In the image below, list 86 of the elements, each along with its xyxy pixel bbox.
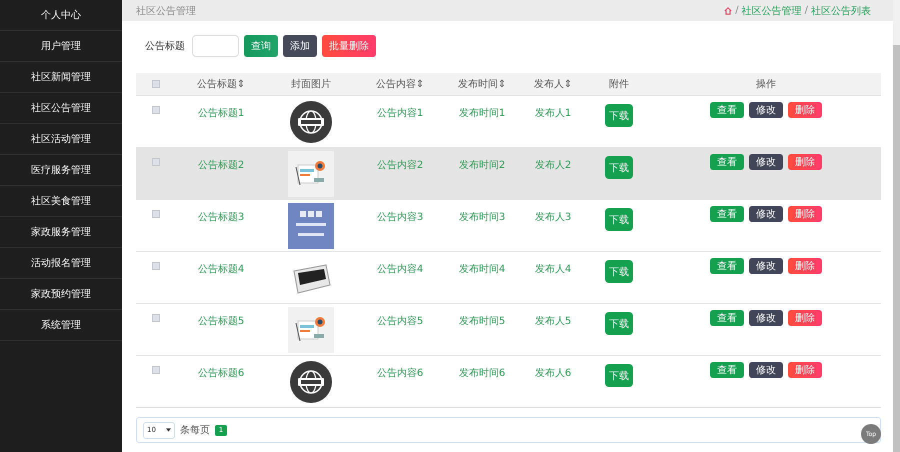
table-cell-text: 公告标题6: [196, 366, 246, 381]
table-cell-text: 发布时间1: [458, 106, 506, 121]
table-cell-text: 公告标题1: [196, 106, 246, 121]
table-cell-text: 公告内容3: [376, 210, 424, 225]
field-label: 公告标题: [145, 40, 185, 53]
table-cell-text: 发布人4: [534, 263, 572, 277]
delete-button[interactable]: 删除: [788, 206, 822, 222]
scrollbar-thumb[interactable]: [893, 45, 900, 452]
sidebar-item[interactable]: 社区公告管理: [0, 93, 122, 124]
sidebar-item[interactable]: 活动报名管理: [0, 248, 122, 279]
table-cell-text: 发布时间3: [458, 210, 506, 225]
table-cell-text: 发布人1: [534, 107, 572, 121]
table-cell-text: 发布人2: [534, 159, 572, 173]
table-cell-text: 公告内容6: [376, 366, 424, 381]
download-button[interactable]: 下载: [605, 156, 633, 179]
table-cell-text: 发布时间2: [458, 158, 506, 173]
edit-button[interactable]: 修改: [749, 258, 783, 274]
sidebar-item[interactable]: 用户管理: [0, 31, 122, 62]
download-button[interactable]: 下载: [605, 208, 633, 231]
table-cell-text: 发布人3: [534, 211, 572, 225]
edit-button[interactable]: 修改: [749, 310, 783, 326]
table-cell-text: 公告标题2: [196, 158, 246, 173]
view-button[interactable]: 查看: [710, 362, 744, 378]
home-icon[interactable]: [724, 6, 732, 14]
add-button[interactable]: 添加: [283, 35, 317, 57]
delete-button[interactable]: 删除: [788, 362, 822, 378]
download-button[interactable]: 下载: [605, 364, 633, 387]
sidebar-item[interactable]: 社区活动管理: [0, 124, 122, 155]
sidebar-item[interactable]: 家政服务管理: [0, 217, 122, 248]
delete-button[interactable]: 删除: [788, 102, 822, 118]
table-cell-text: 公告内容4: [376, 262, 424, 277]
sidebar-item[interactable]: 医疗服务管理: [0, 155, 122, 186]
row-checkbox[interactable]: [152, 210, 160, 218]
column-header[interactable]: 发布时间⇕: [444, 77, 520, 91]
column-header[interactable]: 发布人⇕: [520, 77, 586, 91]
view-button[interactable]: 查看: [710, 310, 744, 326]
edit-button[interactable]: 修改: [749, 206, 783, 222]
table-cell-text: 发布时间4: [458, 262, 506, 277]
search-button[interactable]: 查询: [244, 35, 278, 57]
view-button[interactable]: 查看: [710, 102, 744, 118]
page-title: 社区公告管理: [136, 4, 196, 18]
sidebar-item[interactable]: 社区美食管理: [0, 186, 122, 217]
table-cell-text: 公告标题4: [196, 262, 246, 277]
column-header[interactable]: 公告标题⇕: [176, 77, 266, 91]
sidebar-item[interactable]: 系统管理: [0, 310, 122, 341]
column-header[interactable]: 公告内容⇕: [356, 77, 444, 91]
select-all-checkbox[interactable]: [152, 80, 160, 88]
column-header: 封面图片: [290, 78, 332, 91]
view-button[interactable]: 查看: [710, 258, 744, 274]
table-cell-text: 发布时间6: [458, 366, 506, 381]
column-header: 操作: [755, 78, 777, 91]
breadcrumb-link[interactable]: 社区公告列表: [811, 4, 871, 18]
breadcrumb-separator: /: [804, 5, 808, 16]
row-checkbox[interactable]: [152, 158, 160, 166]
table-cell-text: 公告内容2: [376, 158, 424, 173]
view-button[interactable]: 查看: [710, 154, 744, 170]
page-size-label: 条每页: [180, 424, 210, 437]
view-button[interactable]: 查看: [710, 206, 744, 222]
delete-button[interactable]: 批量删除: [322, 35, 376, 57]
table-cell-text: 发布时间5: [458, 314, 506, 329]
edit-button[interactable]: 修改: [749, 154, 783, 170]
edit-button[interactable]: 修改: [749, 102, 783, 118]
delete-button[interactable]: 删除: [788, 310, 822, 326]
row-checkbox[interactable]: [152, 366, 160, 374]
table-cell-text: 发布人6: [534, 367, 572, 381]
table-cell-text: 公告内容1: [376, 106, 424, 121]
table-cell-text: 发布人5: [534, 315, 572, 329]
delete-button[interactable]: 删除: [788, 154, 822, 170]
row-checkbox[interactable]: [152, 314, 160, 322]
download-button[interactable]: 下载: [605, 260, 633, 283]
sidebar-item[interactable]: 社区新闻管理: [0, 62, 122, 93]
sidebar-item[interactable]: 家政预约管理: [0, 279, 122, 310]
download-button[interactable]: 下载: [605, 104, 633, 127]
table-cell-text: 公告内容5: [376, 314, 424, 329]
delete-button[interactable]: 删除: [788, 258, 822, 274]
table-cell-text: 公告标题5: [196, 314, 246, 329]
breadcrumb-link[interactable]: 社区公告管理: [742, 4, 802, 18]
column-header: 附件: [608, 78, 630, 91]
table-cell-text: 公告标题3: [196, 210, 246, 225]
row-checkbox[interactable]: [152, 262, 160, 270]
title-input[interactable]: [192, 35, 239, 57]
edit-button[interactable]: 修改: [749, 362, 783, 378]
download-button[interactable]: 下载: [605, 312, 633, 335]
row-checkbox[interactable]: [152, 106, 160, 114]
caret-icon: [166, 428, 171, 432]
breadcrumb-separator: /: [735, 5, 739, 16]
